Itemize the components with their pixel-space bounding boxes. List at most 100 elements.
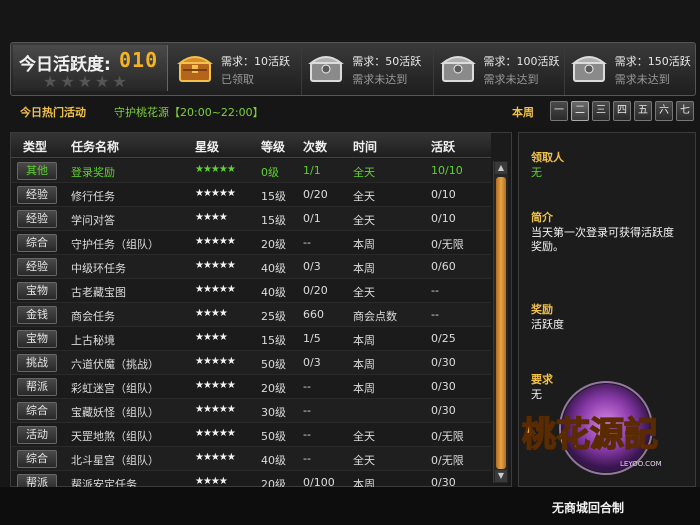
- day-button-sun[interactable]: 七: [676, 101, 694, 121]
- col-level[interactable]: 等级: [261, 138, 285, 155]
- day-button-tue[interactable]: 二: [571, 101, 589, 121]
- task-time: 全天: [353, 286, 375, 299]
- task-active: 0/无限: [431, 454, 464, 467]
- star-icon: ★: [77, 72, 93, 91]
- scroll-down-icon[interactable]: ▼: [495, 470, 507, 482]
- task-active: 0/60: [431, 260, 456, 273]
- col-type[interactable]: 类型: [23, 138, 47, 155]
- chest-silver-icon[interactable]: [570, 49, 607, 85]
- table-row[interactable]: 其他 登录奖励 ★★★★★ 0级 1/1 全天 10/10: [11, 159, 491, 183]
- activity-stars: ★ ★ ★ ★ ★: [43, 74, 127, 90]
- day-button-sat[interactable]: 六: [655, 101, 673, 121]
- table-row[interactable]: 金钱 商会任务 ★★★★ 25级 660 商会点数 --: [11, 303, 491, 327]
- task-type-tag[interactable]: 综合: [17, 402, 57, 420]
- col-name[interactable]: 任务名称: [71, 138, 119, 155]
- task-level: 50级: [261, 430, 286, 443]
- task-level: 50级: [261, 358, 286, 371]
- table-row[interactable]: 综合 守护任务（组队） ★★★★★ 20级 -- 本周 0/无限: [11, 231, 491, 255]
- star-icon: ★: [95, 72, 110, 91]
- task-type-tag[interactable]: 经验: [17, 186, 57, 204]
- reward-tier-10[interactable]: 需求：10活跃 已领取: [171, 43, 303, 95]
- task-type-tag[interactable]: 综合: [17, 450, 57, 468]
- task-stars: ★★★★★: [195, 452, 236, 463]
- task-level: 40级: [261, 262, 286, 275]
- task-count: 660: [303, 308, 324, 321]
- table-row[interactable]: 经验 修行任务 ★★★★★ 15级 0/20 全天 0/10: [11, 183, 491, 207]
- task-stars: ★★★★★: [195, 188, 236, 199]
- col-active[interactable]: 活跃: [431, 138, 455, 155]
- task-active: 0/10: [431, 188, 456, 201]
- task-type-tag[interactable]: 经验: [17, 210, 57, 228]
- task-name: 上古秘境: [71, 334, 115, 347]
- task-type-tag[interactable]: 经验: [17, 258, 57, 276]
- task-stars: ★★★★★: [195, 404, 236, 415]
- task-level: 15级: [261, 190, 286, 203]
- table-row[interactable]: 综合 北斗星宫（组队） ★★★★★ 40级 -- 全天 0/无限: [11, 447, 491, 471]
- day-button-fri[interactable]: 五: [634, 101, 652, 121]
- day-button-mon[interactable]: 一: [550, 101, 568, 121]
- task-name: 登录奖励: [71, 166, 115, 179]
- reward-requirement: 需求：10活跃: [221, 55, 290, 68]
- reward-tier-150[interactable]: 需求：150活跃 需求未达到: [565, 43, 695, 95]
- scroll-up-icon[interactable]: ▲: [495, 162, 507, 174]
- task-time: 本周: [353, 334, 375, 347]
- task-table: 类型 任务名称 星级 等级 次数 时间 活跃 其他 登录奖励 ★★★★★ 0级 1/1 全…: [10, 132, 512, 495]
- task-stars: ★★★★: [195, 476, 228, 487]
- task-stars: ★★★★: [195, 308, 228, 319]
- reward-status: 需求未达到: [483, 73, 539, 86]
- task-type-tag[interactable]: 综合: [17, 234, 57, 252]
- table-row[interactable]: 综合 宝藏妖怪（组队） ★★★★★ 30级 -- 0/30: [11, 399, 491, 423]
- table-row[interactable]: 经验 中级环任务 ★★★★★ 40级 0/3 本周 0/60: [11, 255, 491, 279]
- table-row[interactable]: 经验 学问对答 ★★★★ 15级 0/1 全天 0/10: [11, 207, 491, 231]
- task-active: 0/30: [431, 380, 456, 393]
- task-type-tag[interactable]: 帮派: [17, 378, 57, 396]
- task-time: 全天: [353, 430, 375, 443]
- table-row[interactable]: 挑战 六道伏魔（挑战） ★★★★★ 50级 0/3 本周 0/30: [11, 351, 491, 375]
- hot-activity-value[interactable]: 守护桃花源【20:00~22:00】: [114, 104, 264, 120]
- table-row[interactable]: 活动 天罡地煞（组队） ★★★★★ 50级 -- 全天 0/无限: [11, 423, 491, 447]
- task-type-tag[interactable]: 挑战: [17, 354, 57, 372]
- task-type-tag[interactable]: 活动: [17, 426, 57, 444]
- col-stars[interactable]: 星级: [195, 138, 219, 155]
- task-type-tag[interactable]: 宝物: [17, 282, 57, 300]
- task-level: 15级: [261, 214, 286, 227]
- receiver-value: 无: [531, 166, 542, 179]
- table-row[interactable]: 帮派 彩虹迷宫（组队） ★★★★★ 20级 -- 本周 0/30: [11, 375, 491, 399]
- table-row[interactable]: 宝物 古老藏宝图 ★★★★★ 40级 0/20 全天 --: [11, 279, 491, 303]
- task-name: 宝藏妖怪（组队）: [71, 406, 159, 419]
- table-row[interactable]: 宝物 上古秘境 ★★★★ 15级 1/5 本周 0/25: [11, 327, 491, 351]
- chest-silver-icon[interactable]: [308, 49, 345, 85]
- scroll-thumb[interactable]: [496, 177, 506, 469]
- task-active: 0/无限: [431, 430, 464, 443]
- chest-silver-icon[interactable]: [439, 49, 476, 85]
- reward-requirement: 需求：100活跃: [483, 55, 560, 68]
- reward-tier-50[interactable]: 需求：50活跃 需求未达到: [302, 43, 434, 95]
- task-time: 全天: [353, 166, 375, 179]
- col-time[interactable]: 时间: [353, 138, 377, 155]
- reward-text: 活跃度: [531, 318, 564, 331]
- task-count: --: [303, 236, 311, 249]
- task-level: 15级: [261, 334, 286, 347]
- task-count: 1/1: [303, 164, 321, 177]
- task-time: 本周: [353, 382, 375, 395]
- day-button-thu[interactable]: 四: [613, 101, 631, 121]
- table-scrollbar[interactable]: ▲ ▼: [493, 161, 508, 483]
- footer-slogan: 无商城回合制: [552, 501, 625, 515]
- reward-tier-100[interactable]: 需求：100活跃 需求未达到: [434, 43, 565, 95]
- task-active: --: [431, 308, 439, 321]
- daily-activity-box: 今日活跃度: 010 ★ ★ ★ ★ ★: [13, 45, 168, 91]
- chest-opened-gold-icon[interactable]: [177, 49, 213, 85]
- task-time: 本周: [353, 262, 375, 275]
- task-time: 全天: [353, 190, 375, 203]
- star-icon: ★: [60, 72, 75, 91]
- task-count: --: [303, 452, 311, 465]
- reward-title: 奖励: [531, 303, 553, 316]
- reward-status: 需求未达到: [614, 73, 670, 86]
- day-button-wed[interactable]: 三: [592, 101, 610, 121]
- task-type-tag[interactable]: 其他: [17, 162, 57, 180]
- task-type-tag[interactable]: 金钱: [17, 306, 57, 324]
- task-time: 本周: [353, 238, 375, 251]
- task-type-tag[interactable]: 宝物: [17, 330, 57, 348]
- game-logo: 桃花源記 LEYOO.COM: [521, 381, 662, 475]
- col-count[interactable]: 次数: [303, 138, 327, 155]
